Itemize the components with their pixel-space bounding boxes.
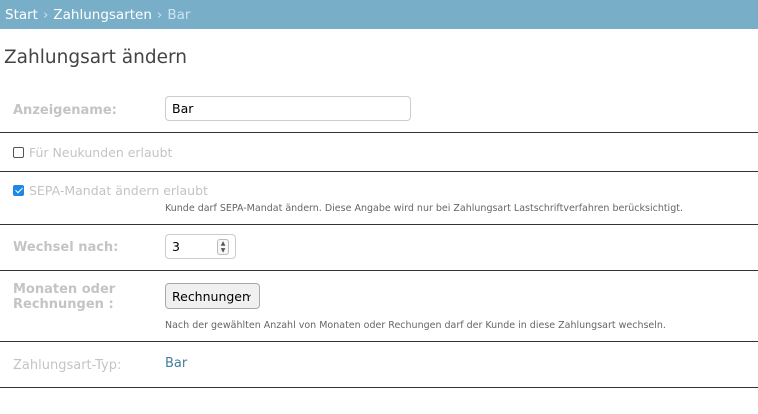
breadcrumb-start[interactable]: Start: [5, 7, 38, 23]
switch-after-input[interactable]: 3 ▲ ▼: [165, 234, 236, 259]
sepa-change-checkbox[interactable]: [13, 185, 24, 196]
switch-after-label: Wechsel nach:: [13, 240, 119, 255]
payment-type-link[interactable]: Bar: [165, 356, 187, 371]
new-customers-checkbox[interactable]: [13, 147, 24, 158]
display-name-input[interactable]: Bar: [165, 96, 411, 121]
months-or-invoices-label: Monaten oder Rechnungen :: [13, 282, 115, 312]
months-or-invoices-label-line1: Monaten oder: [13, 282, 116, 297]
field-row-sepa-change: SEPA-Mandat ändern erlaubt Kunde darf SE…: [0, 172, 758, 225]
field-row-months-or-invoices: Monaten oder Rechnungen : Rechnungen ⌄ N…: [0, 271, 758, 342]
months-or-invoices-label-line2: Rechnungen :: [13, 297, 114, 312]
months-or-invoices-select[interactable]: Rechnungen ⌄: [165, 283, 260, 309]
field-row-switch-after: Wechsel nach: 3 ▲ ▼: [0, 225, 758, 271]
breadcrumb-zahlungsarten[interactable]: Zahlungsarten: [53, 7, 152, 23]
spinner-arrows-icon[interactable]: ▲ ▼: [217, 239, 229, 255]
breadcrumb-separator: ›: [156, 6, 163, 23]
breadcrumb-separator: ›: [42, 6, 49, 23]
chevron-down-icon: ⌄: [244, 289, 253, 300]
display-name-label: Anzeigename:: [13, 103, 117, 118]
switch-after-value: 3: [172, 239, 180, 254]
breadcrumb: Start › Zahlungsarten › Bar: [0, 0, 758, 29]
payment-type-label: Zahlungsart-Typ:: [13, 358, 122, 373]
new-customers-label: Für Neukunden erlaubt: [29, 145, 173, 160]
field-row-display-name: Anzeigename: Bar: [0, 87, 758, 133]
sepa-change-label: SEPA-Mandat ändern erlaubt: [29, 183, 208, 198]
change-form: Anzeigename: Bar Für Neukunden erlaubt S…: [0, 87, 758, 388]
field-row-payment-type: Zahlungsart-Typ: Bar: [0, 342, 758, 388]
field-row-new-customers: Für Neukunden erlaubt: [0, 133, 758, 172]
page-title: Zahlungsart ändern: [4, 47, 187, 68]
months-or-invoices-help: Nach der gewählten Anzahl von Monaten od…: [165, 320, 666, 331]
months-or-invoices-selected: Rechnungen: [172, 288, 250, 304]
sepa-change-help: Kunde darf SEPA-Mandat ändern. Diese Ang…: [165, 203, 683, 214]
breadcrumb-current: Bar: [167, 6, 191, 23]
